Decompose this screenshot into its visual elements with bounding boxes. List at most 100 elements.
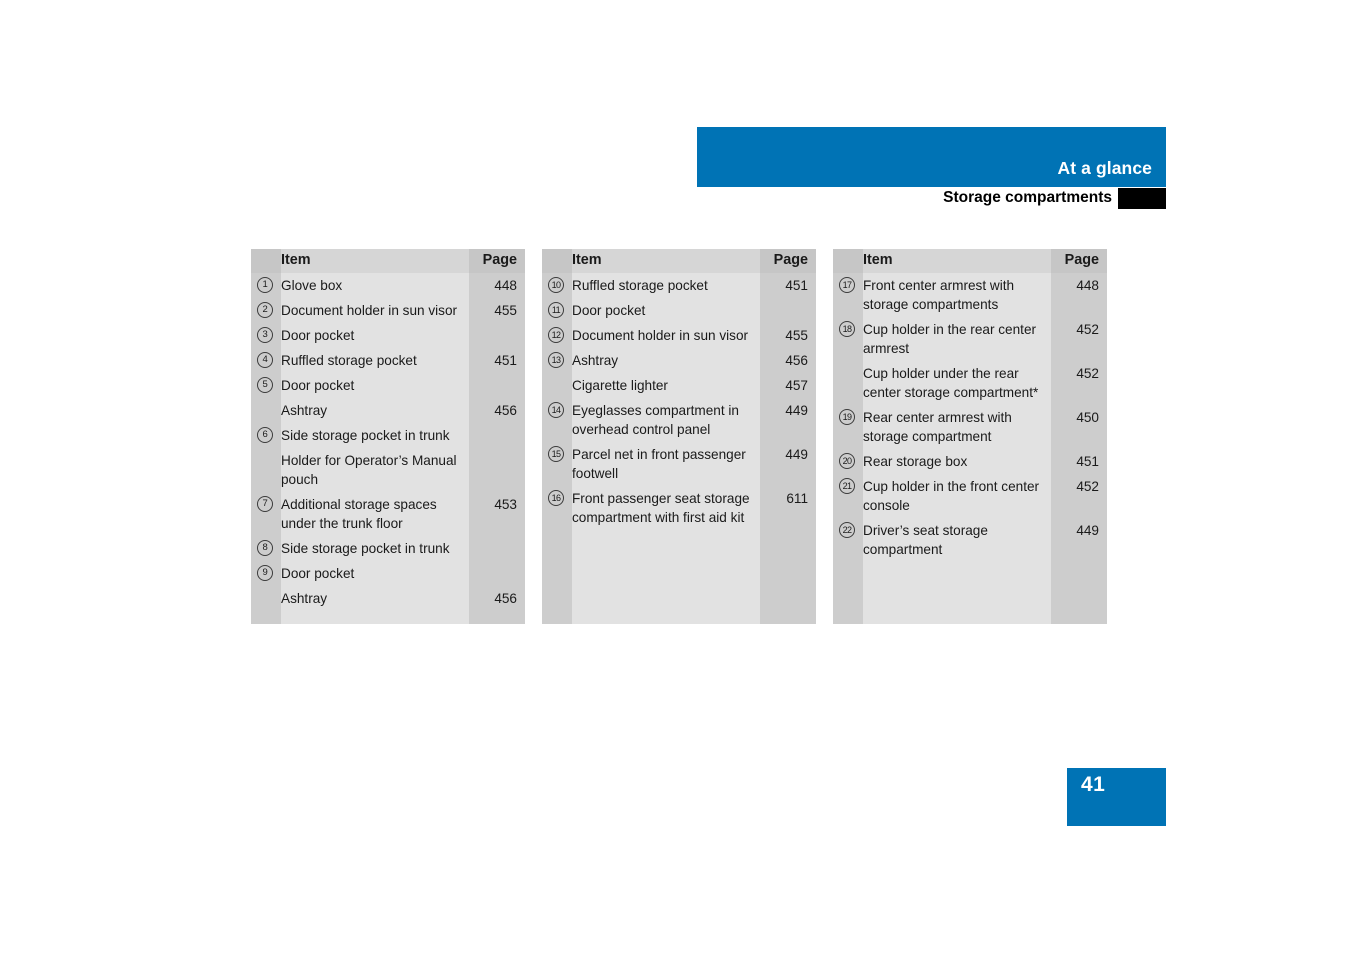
table-row: 12 Document holder in sun visor 455 bbox=[542, 323, 816, 348]
row-number-cell: 11 bbox=[542, 298, 572, 323]
callout-number-badge: 1 bbox=[257, 277, 273, 293]
callout-number-badge: 16 bbox=[548, 490, 564, 506]
callout-number-badge: 22 bbox=[839, 522, 855, 538]
row-number-cell: 15 bbox=[542, 442, 572, 486]
row-number-cell: 7 bbox=[251, 492, 281, 536]
row-page-number: 456 bbox=[469, 586, 525, 611]
row-page-number bbox=[469, 373, 525, 398]
row-number-cell: 12 bbox=[542, 323, 572, 348]
table-filler-cell bbox=[469, 611, 525, 624]
row-number-cell: 9 bbox=[251, 561, 281, 586]
table-row: 18 Cup holder in the rear center armrest 4… bbox=[833, 317, 1107, 361]
callout-number-badge: 3 bbox=[257, 327, 273, 343]
table-row: 6 Side storage pocket in trunk bbox=[251, 423, 525, 448]
table-header-item: Item bbox=[281, 249, 469, 273]
callout-number-badge: 14 bbox=[548, 402, 564, 418]
row-page-number bbox=[760, 298, 816, 323]
table-row: 16 Front passenger seat storage compartme… bbox=[542, 486, 816, 530]
row-item-label: Document holder in sun visor bbox=[281, 298, 469, 323]
row-page-number: 451 bbox=[1051, 449, 1107, 474]
callout-number-badge: 15 bbox=[548, 446, 564, 462]
table-row: Cigarette lighter 457 bbox=[542, 373, 816, 398]
table-header-page: Page bbox=[1051, 249, 1107, 273]
row-item-label: Cup holder in the front center console bbox=[863, 474, 1051, 518]
row-item-label: Door pocket bbox=[281, 323, 469, 348]
row-item-label: Door pocket bbox=[281, 561, 469, 586]
row-item-label: Document holder in sun visor bbox=[572, 323, 760, 348]
table-header-item: Item bbox=[572, 249, 760, 273]
table-row: 8 Side storage pocket in trunk bbox=[251, 536, 525, 561]
row-page-number: 449 bbox=[760, 442, 816, 486]
row-page-number: 452 bbox=[1051, 474, 1107, 518]
row-item-label: Rear center armrest with storage compart… bbox=[863, 405, 1051, 449]
callout-number-badge: 20 bbox=[839, 453, 855, 469]
table-header-number-cell bbox=[542, 249, 572, 273]
table-row: 14 Eyeglasses compartment in overhead con… bbox=[542, 398, 816, 442]
storage-table-2: Item Page 10 Ruffled storage pocket 451 11 Doo… bbox=[542, 249, 816, 624]
section-header-strip: Storage compartments bbox=[697, 187, 1166, 211]
row-number-cell: 3 bbox=[251, 323, 281, 348]
callout-number-badge: 18 bbox=[839, 321, 855, 337]
row-page-number bbox=[469, 423, 525, 448]
row-number-cell bbox=[542, 373, 572, 398]
page-number-box: 41 bbox=[1067, 768, 1166, 826]
row-page-number: 448 bbox=[1051, 273, 1107, 317]
row-item-label: Cigarette lighter bbox=[572, 373, 760, 398]
table-filler-cell bbox=[1051, 562, 1107, 624]
row-page-number: 452 bbox=[1051, 361, 1107, 405]
page-number: 41 bbox=[1081, 773, 1106, 796]
table-row: 1 Glove box 448 bbox=[251, 273, 525, 298]
row-number-cell bbox=[251, 398, 281, 423]
row-page-number: 449 bbox=[760, 398, 816, 442]
row-item-label: Front passenger seat storage compartment… bbox=[572, 486, 760, 530]
table-filler-cell bbox=[863, 562, 1051, 624]
row-page-number: 453 bbox=[469, 492, 525, 536]
table-header-page: Page bbox=[469, 249, 525, 273]
row-number-cell: 2 bbox=[251, 298, 281, 323]
table-row: 15 Parcel net in front passenger footwell… bbox=[542, 442, 816, 486]
chapter-title: At a glance bbox=[1057, 158, 1152, 178]
row-page-number: 450 bbox=[1051, 405, 1107, 449]
table-row: 2 Document holder in sun visor 455 bbox=[251, 298, 525, 323]
row-item-label: Additional storage spaces under the trun… bbox=[281, 492, 469, 536]
table-row: 3 Door pocket bbox=[251, 323, 525, 348]
row-page-number: 451 bbox=[760, 273, 816, 298]
row-page-number: 448 bbox=[469, 273, 525, 298]
row-item-label: Parcel net in front passenger footwell bbox=[572, 442, 760, 486]
row-item-label: Side storage pocket in trunk bbox=[281, 423, 469, 448]
row-item-label: Ruffled storage pocket bbox=[281, 348, 469, 373]
row-page-number: 455 bbox=[469, 298, 525, 323]
table-row: 22 Driver’s seat storage compartment 449 bbox=[833, 518, 1107, 562]
callout-number-badge: 4 bbox=[257, 352, 273, 368]
row-number-cell: 16 bbox=[542, 486, 572, 530]
table-filler-cell bbox=[833, 562, 863, 624]
row-page-number: 449 bbox=[1051, 518, 1107, 562]
row-item-label: Ashtray bbox=[281, 398, 469, 423]
table-header-row: Item Page bbox=[251, 249, 525, 273]
row-item-label: Cup holder under the rear center storage… bbox=[863, 361, 1051, 405]
row-number-cell: 8 bbox=[251, 536, 281, 561]
callout-number-badge: 21 bbox=[839, 478, 855, 494]
row-item-label: Ashtray bbox=[572, 348, 760, 373]
callout-number-badge: 2 bbox=[257, 302, 273, 318]
row-page-number: 452 bbox=[1051, 317, 1107, 361]
row-number-cell: 10 bbox=[542, 273, 572, 298]
chapter-tab-marker bbox=[1118, 188, 1166, 209]
callout-number-badge: 13 bbox=[548, 352, 564, 368]
row-item-label: Eyeglasses compartment in overhead contr… bbox=[572, 398, 760, 442]
row-item-label: Cup holder in the rear center armrest bbox=[863, 317, 1051, 361]
callout-number-badge: 8 bbox=[257, 540, 273, 556]
callout-number-badge: 12 bbox=[548, 327, 564, 343]
row-number-cell bbox=[251, 448, 281, 492]
row-page-number: 456 bbox=[469, 398, 525, 423]
row-number-cell: 18 bbox=[833, 317, 863, 361]
table-header-row: Item Page bbox=[833, 249, 1107, 273]
callout-number-badge: 7 bbox=[257, 496, 273, 512]
table-filler-cell bbox=[281, 611, 469, 624]
table-row: 21 Cup holder in the front center console… bbox=[833, 474, 1107, 518]
callout-number-badge: 11 bbox=[548, 302, 564, 318]
callout-number-badge: 9 bbox=[257, 565, 273, 581]
row-item-label: Glove box bbox=[281, 273, 469, 298]
section-title: Storage compartments bbox=[943, 189, 1112, 206]
table-row: Cup holder under the rear center storage… bbox=[833, 361, 1107, 405]
